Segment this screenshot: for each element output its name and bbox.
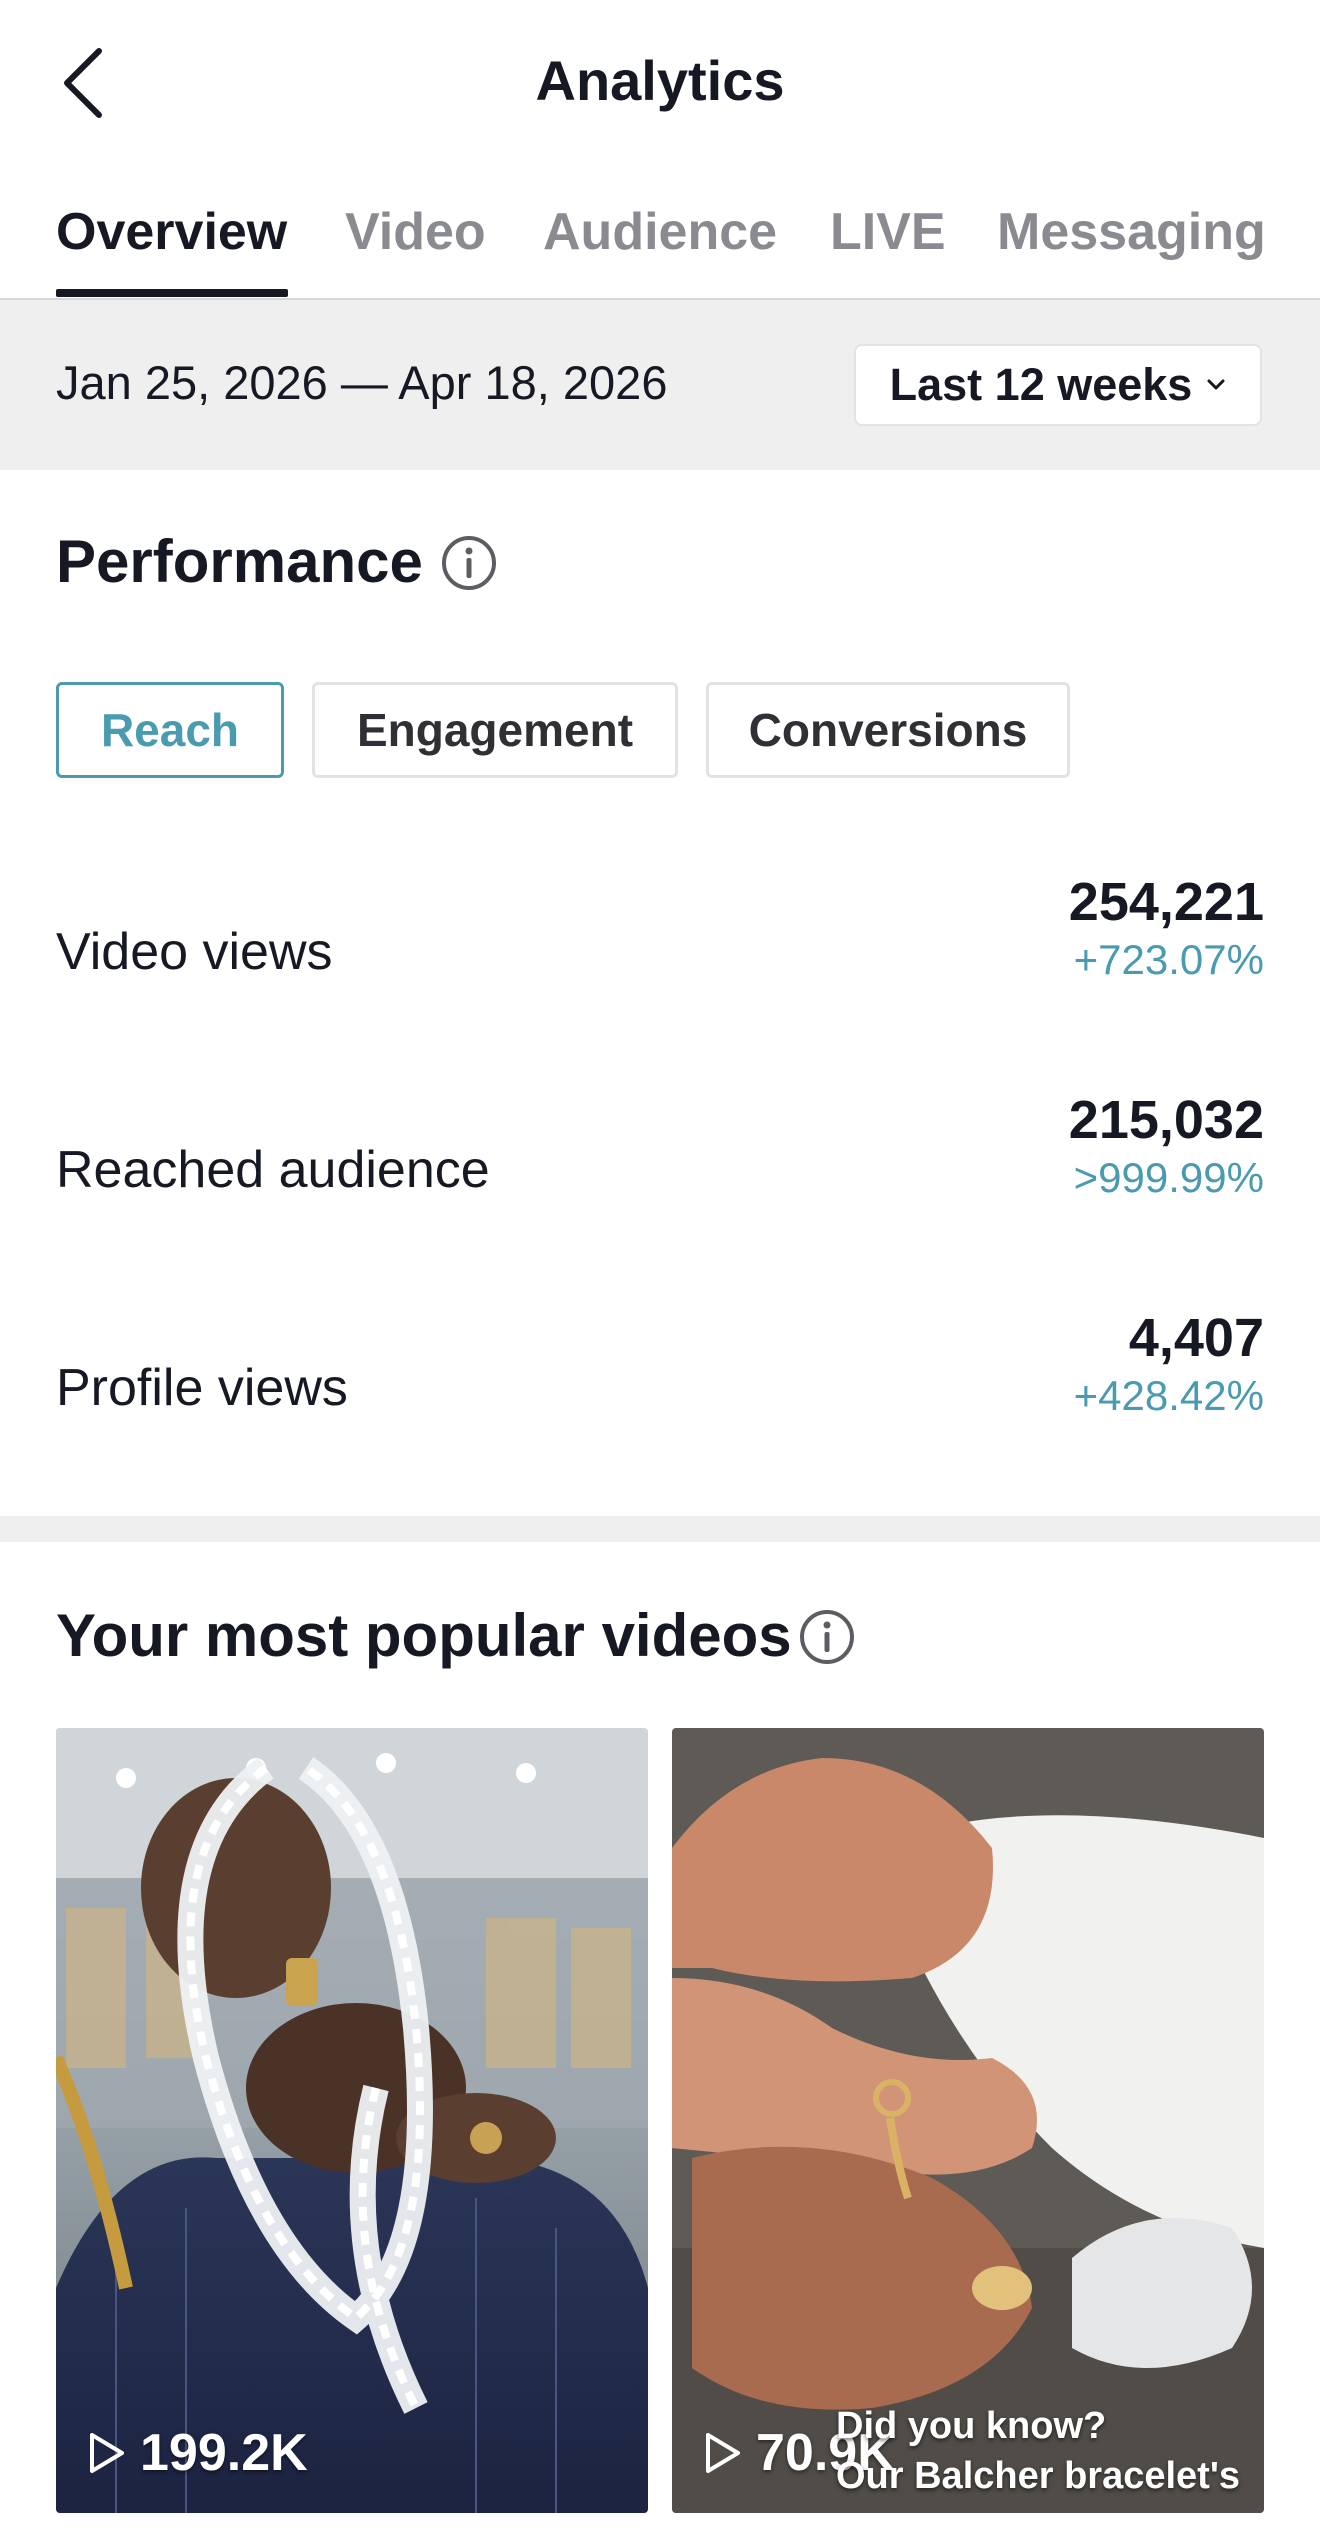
page-title: Analytics	[535, 49, 785, 112]
metric-tab-reach[interactable]: Reach	[56, 682, 284, 778]
view-count-overlay: 199.2K	[86, 2423, 308, 2483]
tab-bar: Overview Video Audience LIVE Messaging	[0, 190, 1320, 300]
metric-label: Video views	[56, 923, 333, 981]
period-dropdown[interactable]: Last 12 weeks	[854, 344, 1262, 426]
period-dropdown-label: Last 12 weeks	[889, 359, 1193, 410]
metric-tab-engagement[interactable]: Engagement	[312, 682, 678, 778]
metric-value: 254,221	[1068, 872, 1264, 932]
section-divider	[0, 1516, 1320, 1542]
tab-overview[interactable]: Overview	[56, 200, 287, 264]
metric-value: 215,032	[1068, 1090, 1264, 1150]
metric-change: +428.42%	[1073, 1372, 1264, 1419]
metric-value: 4,407	[1128, 1308, 1264, 1368]
date-bar: Jan 25, 2026 — Apr 18, 2026 Last 12 week…	[0, 300, 1320, 470]
metric-label: Profile views	[56, 1359, 348, 1417]
play-icon	[90, 2433, 124, 2473]
play-icon	[706, 2433, 740, 2473]
info-icon[interactable]	[798, 1608, 856, 1666]
metric-change: >999.99%	[1073, 1154, 1264, 1201]
metric-row-reached-audience[interactable]: Reached audience 215,032 >999.99%	[56, 1088, 1264, 1238]
popular-videos-title: Your most popular videos	[56, 1602, 792, 1669]
active-tab-indicator	[56, 289, 288, 297]
chevron-down-icon	[1207, 379, 1225, 390]
video-caption-line: Did you know?	[836, 2405, 1107, 2447]
video-thumbnail	[672, 1728, 1264, 2513]
performance-title: Performance	[56, 528, 423, 595]
video-card[interactable]: 70.9K Did you know? Our Balcher bracelet…	[672, 1728, 1264, 2513]
video-caption: Did you know? Our Balcher bracelet's	[836, 2401, 1240, 2501]
video-card[interactable]: 199.2K	[56, 1728, 648, 2513]
metric-tab-conversions[interactable]: Conversions	[706, 682, 1070, 778]
tab-messaging[interactable]: Messaging	[997, 200, 1266, 264]
metric-row-video-views[interactable]: Video views 254,221 +723.07%	[56, 870, 1264, 1020]
metric-row-profile-views[interactable]: Profile views 4,407 +428.42%	[56, 1306, 1264, 1456]
video-view-count: 199.2K	[140, 2424, 308, 2482]
tab-audience[interactable]: Audience	[543, 200, 777, 264]
app-header: Analytics	[0, 0, 1320, 165]
tab-live[interactable]: LIVE	[830, 200, 946, 264]
video-caption-line: Our Balcher bracelet's	[836, 2455, 1240, 2497]
metric-label: Reached audience	[56, 1141, 490, 1199]
video-thumbnail	[56, 1728, 648, 2513]
metric-change: +723.07%	[1073, 936, 1264, 983]
tab-video[interactable]: Video	[345, 200, 486, 264]
date-range-text: Jan 25, 2026 — Apr 18, 2026	[56, 356, 668, 409]
info-icon[interactable]	[440, 534, 498, 592]
